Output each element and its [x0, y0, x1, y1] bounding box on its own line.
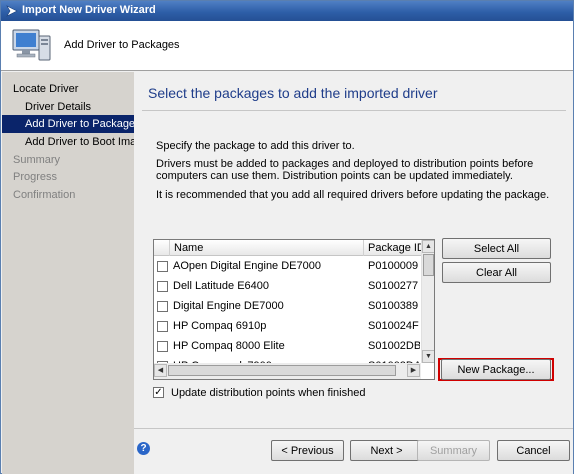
instruction-text: Specify the package to add this driver t…	[156, 140, 355, 152]
heading-divider	[142, 110, 566, 111]
scroll-up-arrow-icon[interactable]: ▲	[422, 240, 434, 253]
update-dp-checkbox[interactable]: ✓	[153, 387, 164, 398]
info-text-distribution: Drivers must be added to packages and de…	[156, 158, 534, 182]
main-panel: Select the packages to add the imported …	[134, 72, 573, 474]
package-name: HP Compaq 8000 Elite	[173, 340, 285, 352]
title-bar[interactable]: Import New Driver Wizard	[1, 1, 573, 21]
computer-icon	[12, 29, 51, 61]
package-id: P0100009	[368, 260, 419, 272]
package-id: S0100389	[368, 300, 419, 312]
previous-button[interactable]: < Previous	[271, 440, 344, 461]
package-name: HP Compaq 6910p	[173, 320, 267, 332]
step-locate-driver: Locate Driver	[13, 83, 79, 95]
wizard-app-icon	[6, 5, 18, 17]
new-package-button[interactable]: New Package...	[441, 359, 551, 380]
update-dp-label: Update distribution points when finished	[171, 387, 366, 399]
row-checkbox[interactable]	[157, 341, 168, 352]
package-name: Dell Latitude E6400	[173, 280, 270, 292]
list-item[interactable]: HP Compaq 6910p S010024F	[154, 316, 420, 336]
step-confirmation: Confirmation	[13, 189, 76, 201]
step-progress: Progress	[13, 171, 58, 183]
package-name: Digital Engine DE7000	[173, 300, 284, 312]
list-header: Name Package ID	[154, 240, 434, 256]
step-add-driver-to-packages: Add Driver to Packages	[2, 115, 141, 133]
vertical-scrollbar[interactable]: ▲ ▼	[421, 240, 434, 363]
vertical-scroll-thumb[interactable]	[423, 254, 434, 276]
package-id: S010024F	[368, 320, 419, 332]
list-item[interactable]: HP Compaq 8000 Elite S01002DB	[154, 336, 420, 356]
footer-divider	[134, 428, 573, 429]
select-all-button[interactable]: Select All	[442, 238, 551, 259]
window-title: Import New Driver Wizard	[22, 4, 156, 16]
page-heading: Select the packages to add the imported …	[148, 85, 438, 101]
wizard-window: Import New Driver Wizard Add Driver to P…	[0, 0, 574, 474]
wizard-steps-sidebar: Locate Driver Driver Details Add Driver …	[2, 72, 155, 474]
step-driver-details: Driver Details	[25, 101, 92, 113]
summary-button: Summary	[417, 440, 490, 461]
next-button[interactable]: Next >	[350, 440, 423, 461]
horizontal-scrollbar[interactable]: ◀ ▶	[154, 363, 421, 379]
header-checkbox-column	[154, 240, 170, 256]
scroll-down-arrow-icon[interactable]: ▼	[422, 350, 434, 363]
step-add-driver-to-boot-images: Add Driver to Boot Images	[25, 136, 155, 148]
step-summary: Summary	[13, 154, 61, 166]
help-icon[interactable]: ?	[137, 442, 150, 455]
package-id: S01002DB	[368, 340, 420, 352]
package-name: AOpen Digital Engine DE7000	[173, 260, 321, 272]
info-text-recommendation: It is recommended that you add all requi…	[156, 189, 550, 201]
column-header-name[interactable]: Name	[170, 240, 364, 256]
packages-list[interactable]: Name Package ID AOpen Digital Engine DE7…	[153, 239, 435, 380]
horizontal-scroll-thumb[interactable]	[168, 365, 396, 376]
list-item[interactable]: AOpen Digital Engine DE7000 P0100009	[154, 256, 420, 276]
list-item[interactable]: Dell Latitude E6400 S0100277	[154, 276, 420, 296]
scroll-left-arrow-icon[interactable]: ◀	[154, 364, 167, 377]
scroll-right-arrow-icon[interactable]: ▶	[407, 364, 420, 377]
banner-title: Add Driver to Packages	[64, 39, 180, 51]
row-checkbox[interactable]	[157, 301, 168, 312]
list-item[interactable]: Digital Engine DE7000 S0100389	[154, 296, 420, 316]
header-banner: Add Driver to Packages	[1, 21, 573, 71]
clear-all-button[interactable]: Clear All	[442, 262, 551, 283]
cancel-button[interactable]: Cancel	[497, 440, 570, 461]
row-checkbox[interactable]	[157, 321, 168, 332]
row-checkbox[interactable]	[157, 281, 168, 292]
package-id: S0100277	[368, 280, 419, 292]
row-checkbox[interactable]	[157, 261, 168, 272]
